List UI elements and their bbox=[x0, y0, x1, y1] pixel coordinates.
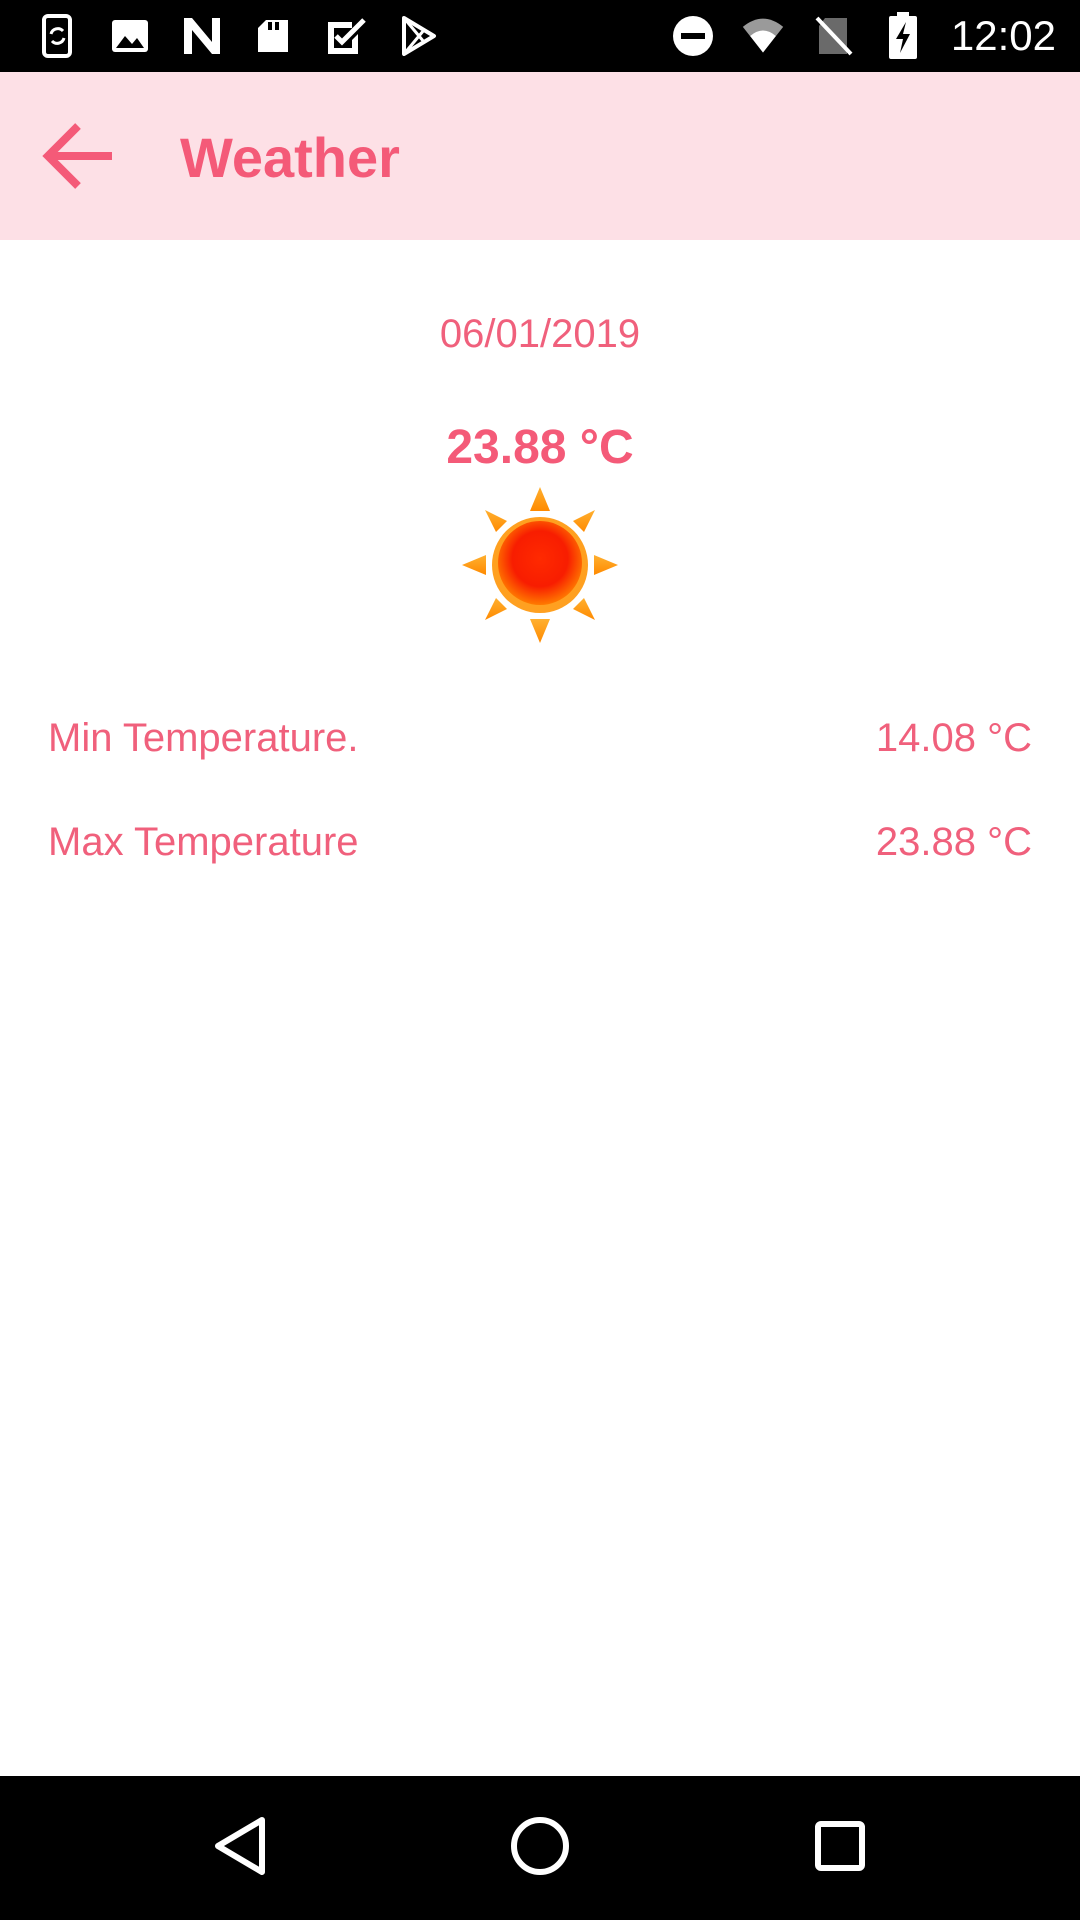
app-bar: Weather bbox=[0, 72, 1080, 240]
status-system-icons: 12:02 bbox=[671, 12, 1056, 60]
phone-sync-icon bbox=[36, 14, 80, 58]
no-sim-icon bbox=[811, 14, 855, 58]
nav-back-button[interactable] bbox=[204, 1812, 276, 1884]
weather-date: 06/01/2019 bbox=[439, 312, 641, 356]
nav-back-icon bbox=[210, 1814, 270, 1883]
page-title: Weather bbox=[180, 126, 400, 189]
wifi-icon bbox=[741, 14, 785, 58]
max-temperature-row: Max Temperature 23.88 °C bbox=[48, 812, 1032, 872]
nav-home-icon bbox=[508, 1814, 572, 1883]
do-not-disturb-icon bbox=[671, 14, 715, 58]
status-bar: 12:02 bbox=[0, 0, 1080, 72]
play-store-icon bbox=[396, 14, 440, 58]
arrow-back-icon bbox=[40, 118, 116, 199]
navigation-bar bbox=[0, 1776, 1080, 1920]
nav-recents-button[interactable] bbox=[804, 1812, 876, 1884]
checkbox-icon bbox=[324, 14, 368, 58]
nav-home-button[interactable] bbox=[504, 1812, 576, 1884]
sun-icon bbox=[460, 485, 620, 645]
max-temperature-value: 23.88 °C bbox=[875, 819, 1032, 864]
weather-screen: 12:02 Weather 06/01/2019 23.88 °C Min Te… bbox=[0, 0, 1080, 1920]
current-temperature: 23.88 °C bbox=[446, 421, 634, 474]
max-temperature-label: Max Temperature bbox=[48, 819, 359, 864]
image-icon bbox=[108, 14, 152, 58]
status-time: 12:02 bbox=[950, 12, 1056, 59]
back-button[interactable] bbox=[28, 110, 128, 206]
sd-card-icon bbox=[252, 14, 296, 58]
min-temperature-value: 14.08 °C bbox=[875, 715, 1032, 760]
status-notification-icons bbox=[36, 12, 440, 60]
battery-charging-icon bbox=[881, 12, 925, 59]
min-temperature-row: Min Temperature. 14.08 °C bbox=[48, 708, 1032, 768]
n-logo-icon bbox=[180, 14, 224, 58]
nav-recents-icon bbox=[810, 1816, 870, 1881]
min-temperature-label: Min Temperature. bbox=[48, 715, 359, 760]
